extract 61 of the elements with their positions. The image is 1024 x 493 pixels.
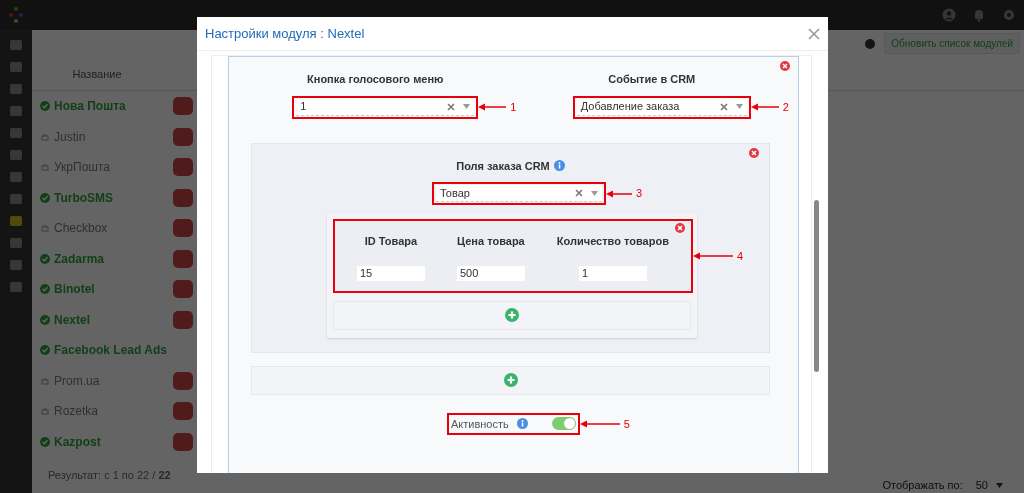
remove-icon[interactable] — [749, 147, 759, 158]
select-field[interactable]: 1 — [296, 98, 475, 116]
nav-icon[interactable] — [9, 104, 23, 118]
user-icon[interactable] — [942, 8, 956, 22]
param-label: Количество товаров — [556, 234, 669, 249]
param-input[interactable]: 500 — [456, 265, 525, 281]
remove-icon[interactable] — [674, 223, 685, 233]
param-input[interactable]: 15 — [356, 265, 425, 281]
close-icon[interactable] — [808, 27, 820, 40]
caret-icon[interactable] — [735, 104, 743, 109]
toggle-switch[interactable] — [551, 417, 576, 431]
callout-number: 1 — [510, 99, 517, 115]
caret-icon — [996, 482, 1003, 488]
field-label: Поля заказа CRM — [456, 158, 550, 174]
info-icon[interactable] — [553, 160, 565, 172]
select-field[interactable]: Товар — [436, 185, 602, 202]
clear-icon[interactable] — [575, 189, 583, 197]
nav-icon[interactable] — [9, 170, 23, 184]
field-label: Событие в CRM — [608, 72, 696, 87]
gear-icon[interactable] — [1002, 8, 1016, 22]
nav-icon[interactable] — [9, 126, 23, 140]
callout-number: 2 — [782, 99, 789, 115]
clear-icon[interactable] — [447, 102, 456, 111]
module-name: Zadarma — [54, 250, 106, 268]
nav-icon[interactable] — [9, 38, 23, 52]
nav-icon[interactable] — [9, 280, 23, 294]
logo-icon — [8, 6, 24, 24]
module-name: Binotel — [54, 281, 96, 299]
add-icon[interactable] — [503, 373, 518, 387]
nav-icon[interactable] — [9, 148, 23, 162]
nav-icon[interactable] — [9, 60, 23, 74]
param-label: ID Товара — [364, 234, 418, 249]
module-name: Nextel — [54, 311, 92, 329]
param-label: Цена товара — [457, 234, 525, 249]
module-name: Нова Пошта — [54, 98, 127, 116]
field-label: Кнопка голосового меню — [307, 72, 444, 87]
nav-icon[interactable] — [9, 214, 23, 228]
scrollbar-thumb[interactable] — [814, 200, 819, 372]
add-icon[interactable] — [505, 308, 519, 322]
module-name: TurboSMS — [54, 189, 115, 207]
nav-icon[interactable] — [9, 82, 23, 96]
remove-icon[interactable] — [780, 61, 790, 71]
param-input[interactable]: 1 — [578, 265, 647, 281]
nav-icon[interactable] — [9, 258, 23, 272]
nav-icon[interactable] — [9, 192, 23, 206]
clear-icon[interactable] — [719, 102, 728, 111]
info-icon[interactable] — [516, 418, 528, 430]
module-name: Kazpost — [54, 433, 102, 451]
column-header: Название — [71, 66, 123, 82]
toggle-label: Активность — [451, 416, 509, 432]
module-name: Facebook Lead Ads — [54, 342, 168, 360]
caret-icon[interactable] — [591, 190, 598, 196]
callout-number: 3 — [636, 186, 643, 202]
callout-number: 5 — [623, 416, 630, 432]
nav-icon[interactable] — [9, 236, 23, 250]
caret-icon[interactable] — [463, 104, 471, 109]
callout-number: 4 — [736, 248, 743, 264]
modal-title: Настройки модуля : Nextel — [205, 24, 365, 43]
select-field[interactable]: Добавление заказа — [576, 98, 747, 116]
per-page-label: Отображать по: — [882, 477, 963, 493]
bell-icon[interactable] — [972, 8, 986, 22]
